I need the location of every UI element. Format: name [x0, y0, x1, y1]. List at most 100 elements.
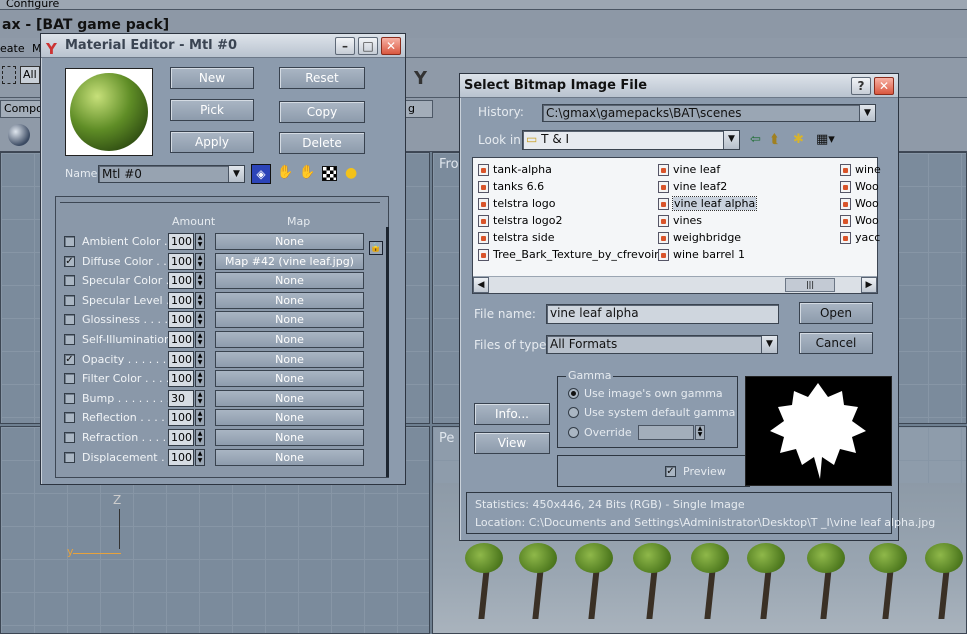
file-item[interactable]: telstra logo2 [477, 213, 562, 229]
sphere-icon[interactable] [8, 124, 30, 146]
file-item[interactable]: Tree_Bark_Texture_by_cfrevoir [477, 247, 659, 263]
selection-filter[interactable]: All [20, 66, 40, 84]
map-slot-button[interactable]: None [215, 311, 364, 329]
map-enable-checkbox[interactable] [64, 334, 75, 345]
map-slot-button[interactable]: None [215, 448, 364, 466]
maps-rollout-header[interactable] [60, 197, 380, 203]
close-button[interactable]: ✕ [381, 37, 401, 55]
map-amount-field[interactable]: 100 [168, 233, 194, 250]
amount-spinner[interactable]: ▲ ▼ [195, 233, 205, 250]
tab-fragment[interactable]: g [405, 100, 433, 118]
material-effects-icon[interactable]: ● [345, 165, 359, 181]
gamma-override-radio[interactable] [568, 427, 579, 438]
select-region-icon[interactable] [2, 66, 16, 84]
map-amount-field[interactable]: 100 [168, 370, 194, 388]
file-item[interactable]: vine leaf2 [657, 179, 727, 195]
back-arrow-icon[interactable]: ⇦ [750, 132, 761, 147]
maximize-button[interactable]: □ [358, 37, 378, 55]
override-value-field[interactable] [638, 425, 694, 440]
chevron-down-icon[interactable]: ▼ [228, 166, 244, 182]
pick-button[interactable]: Pick [170, 99, 254, 121]
map-amount-field[interactable]: 100 [168, 311, 194, 329]
amount-spinner[interactable]: ▲ ▼ [195, 389, 205, 407]
map-slot-button[interactable]: None [215, 272, 364, 290]
file-name-input[interactable]: vine leaf alpha [546, 304, 779, 324]
scroll-left-icon[interactable]: ◀ [473, 277, 489, 293]
info-button[interactable]: Info... [474, 403, 550, 425]
map-enable-checkbox[interactable] [64, 432, 75, 443]
file-list[interactable]: tank-alpha tanks 6.6 telstra logo telstra l… [472, 157, 881, 294]
gamma-own-radio[interactable] [568, 388, 579, 399]
rollout-scrollbar[interactable] [386, 227, 389, 477]
map-slot-button[interactable]: Map #42 (vine leaf.jpg) [215, 252, 364, 270]
history-dropdown[interactable]: C:\gmax\gamepacks\BAT\scenes ▼ [542, 104, 876, 122]
chevron-down-icon[interactable]: ▼ [723, 131, 739, 149]
file-item[interactable]: vines [657, 213, 702, 229]
amount-spinner[interactable]: ▲ ▼ [195, 272, 205, 290]
override-spinner[interactable]: ▲ ▼ [695, 425, 705, 440]
map-enable-checkbox[interactable]: ✓ [64, 353, 75, 365]
map-amount-field[interactable]: 100 [168, 252, 194, 270]
file-item[interactable]: telstra side [477, 230, 554, 246]
map-slot-button[interactable]: None [215, 409, 364, 427]
map-enable-checkbox[interactable] [64, 236, 75, 247]
amount-spinner[interactable]: ▲ ▼ [195, 311, 205, 329]
map-amount-field[interactable]: 30 [168, 389, 194, 407]
new-button[interactable]: New [170, 67, 254, 89]
look-in-dropdown[interactable]: ▭ T & I ▼ [522, 130, 740, 150]
file-item[interactable]: tank-alpha [477, 162, 552, 178]
amount-spinner[interactable]: ▲ ▼ [195, 409, 205, 427]
copy-button[interactable]: Copy [279, 101, 365, 123]
material-editor-titlebar[interactable]: Y Material Editor - Mtl #0 – □ ✕ [41, 34, 405, 58]
map-slot-button[interactable]: None [215, 291, 364, 309]
chevron-down-icon[interactable]: ▼ [859, 105, 875, 121]
amount-spinner[interactable]: ▲ ▼ [195, 350, 205, 368]
scroll-right-icon[interactable]: ▶ [861, 277, 877, 293]
file-item[interactable]: wine barrel 1 [657, 247, 745, 263]
checker-background-icon[interactable] [322, 166, 337, 181]
help-button[interactable]: ? [851, 77, 871, 95]
file-item[interactable]: vine leaf alpha [657, 196, 758, 212]
menu-create[interactable]: eate [0, 42, 25, 55]
amount-spinner[interactable]: ▲ ▼ [195, 252, 205, 270]
preview-checkbox[interactable]: ✓ [665, 466, 676, 477]
map-slot-button[interactable]: None [215, 429, 364, 446]
map-slot-button[interactable]: None [215, 370, 364, 388]
open-button[interactable]: Open [799, 302, 873, 324]
map-slot-button[interactable]: None [215, 350, 364, 368]
view-button[interactable]: View [474, 432, 550, 454]
map-amount-field[interactable]: 100 [168, 448, 194, 466]
horizontal-scrollbar[interactable]: ◀ ||| ▶ [473, 276, 877, 293]
file-item[interactable]: yacc [839, 230, 880, 246]
file-item[interactable]: tanks 6.6 [477, 179, 544, 195]
map-enable-checkbox[interactable] [64, 412, 75, 424]
material-name-field[interactable]: Mtl #0 ▼ [98, 165, 245, 183]
files-of-type-dropdown[interactable]: All Formats ▼ [546, 335, 778, 354]
up-folder-icon[interactable]: ⮬ [771, 132, 779, 147]
minimize-button[interactable]: – [335, 37, 355, 55]
map-amount-field[interactable]: 100 [168, 331, 194, 348]
map-amount-field[interactable]: 100 [168, 350, 194, 368]
map-amount-field[interactable]: 100 [168, 291, 194, 309]
file-item[interactable]: Woo [839, 196, 879, 212]
bitmap-dialog-titlebar[interactable]: Select Bitmap Image File ? ✕ [460, 74, 898, 98]
map-enable-checkbox[interactable] [64, 275, 75, 287]
map-amount-field[interactable]: 100 [168, 409, 194, 427]
new-folder-icon[interactable]: ✱ [793, 132, 804, 147]
reset-button[interactable]: Reset [279, 67, 365, 89]
file-item[interactable]: telstra logo [477, 196, 555, 212]
map-enable-checkbox[interactable] [64, 451, 75, 463]
gamma-system-radio[interactable] [568, 407, 579, 418]
file-item[interactable]: Woo [839, 179, 879, 195]
map-amount-field[interactable]: 100 [168, 429, 194, 446]
delete-button[interactable]: Delete [279, 132, 365, 154]
amount-spinner[interactable]: ▲ ▼ [195, 370, 205, 388]
scroll-thumb[interactable]: ||| [785, 278, 835, 292]
configure-menu[interactable]: Configure [6, 0, 59, 9]
file-item[interactable]: wine [839, 162, 881, 178]
map-enable-checkbox[interactable] [64, 314, 75, 326]
file-item[interactable]: vine leaf [657, 162, 720, 178]
map-enable-checkbox[interactable] [64, 294, 75, 306]
amount-spinner[interactable]: ▲ ▼ [195, 429, 205, 446]
lock-icon[interactable]: 🔒 [369, 241, 383, 255]
